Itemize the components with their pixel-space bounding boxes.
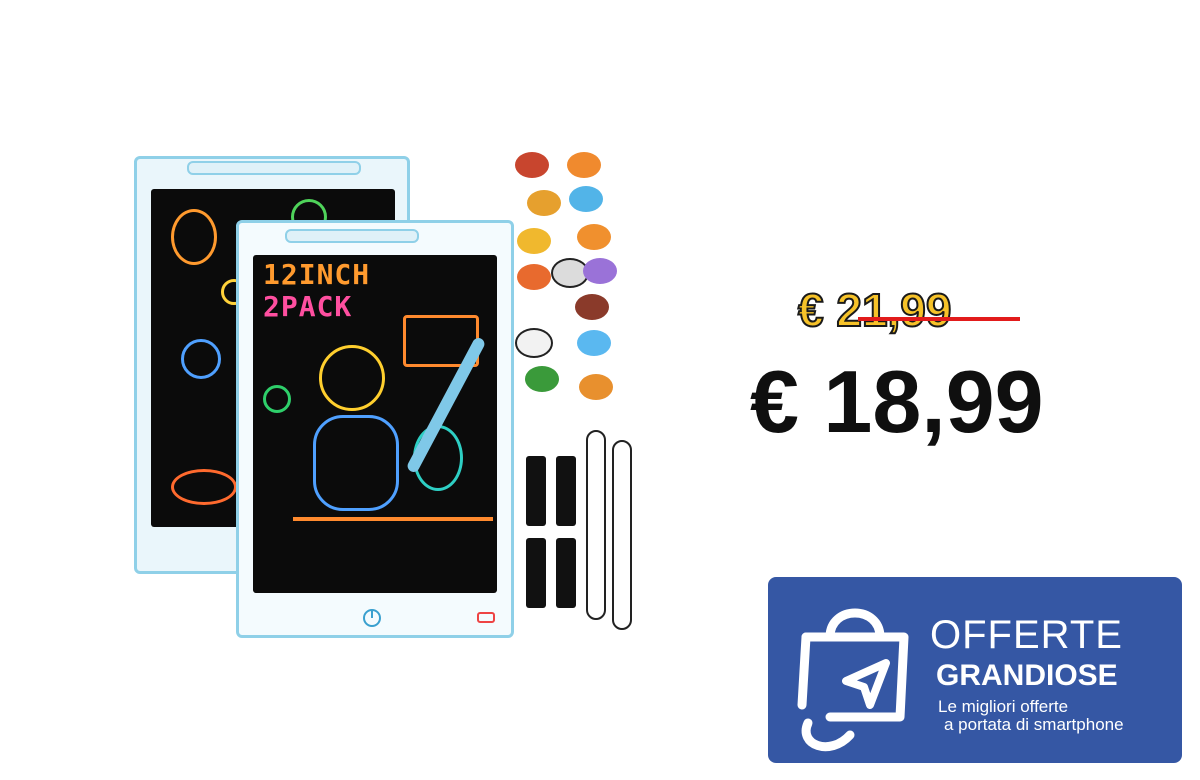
screen-text-pack: 2PACK — [263, 290, 353, 323]
drawing-tablet-front: 12INCH 2PACK — [236, 220, 514, 638]
eraser-pad — [526, 538, 546, 608]
banner-tagline-line1: Le migliori offerte — [938, 697, 1069, 716]
satellite-doodle — [181, 339, 221, 379]
kangaroo-sticker — [517, 264, 551, 290]
bear-sticker — [579, 374, 613, 400]
eraser-pad — [556, 456, 576, 526]
product-image: 12INCH 2PACK — [120, 150, 640, 650]
astronaut-doodle — [171, 209, 217, 265]
palm-tree-sticker — [525, 366, 559, 392]
eraser-pad — [526, 456, 546, 526]
elephant-sticker — [569, 186, 603, 212]
tether-cord — [612, 440, 632, 630]
cow-sticker — [515, 328, 553, 358]
hippo-sticker — [583, 258, 617, 284]
new-price: € 18,99 — [750, 352, 1044, 451]
rhino-sticker — [577, 330, 611, 356]
sloth-sticker — [515, 152, 549, 178]
tiger-sticker — [567, 152, 601, 178]
price-strikethrough — [858, 317, 1020, 321]
old-price: € 21,99 — [797, 283, 952, 337]
tether-cord — [586, 430, 606, 620]
screen-lettering: 12INCH 2PACK — [263, 259, 370, 323]
pen-slot — [285, 229, 419, 243]
lion-sticker — [577, 224, 611, 250]
power-button-icon — [363, 609, 381, 627]
saturn-doodle — [171, 469, 237, 505]
giraffe-sticker — [527, 190, 561, 216]
erase-button-icon — [477, 612, 495, 623]
child-body-doodle — [313, 415, 399, 511]
shopping-bag-cursor-icon — [797, 608, 909, 752]
banner-tagline-line2: a portata di smartphone — [944, 715, 1124, 734]
banner-title: OFFERTE — [930, 613, 1123, 657]
tablet-screen-front: 12INCH 2PACK — [253, 255, 497, 593]
pen-slot — [187, 161, 361, 175]
snowflake-doodle — [263, 385, 291, 413]
screen-text-size: 12INCH — [263, 258, 371, 291]
child-hat-doodle — [319, 345, 385, 411]
banner-subtitle: GRANDIOSE — [936, 659, 1118, 692]
bench-doodle — [293, 517, 493, 521]
boar-sticker — [575, 294, 609, 320]
animal-stickers — [515, 152, 620, 422]
offerte-grandiose-banner: OFFERTE GRANDIOSE Le migliori offerte a … — [768, 577, 1182, 763]
eraser-pad — [556, 538, 576, 608]
duck-sticker — [517, 228, 551, 254]
